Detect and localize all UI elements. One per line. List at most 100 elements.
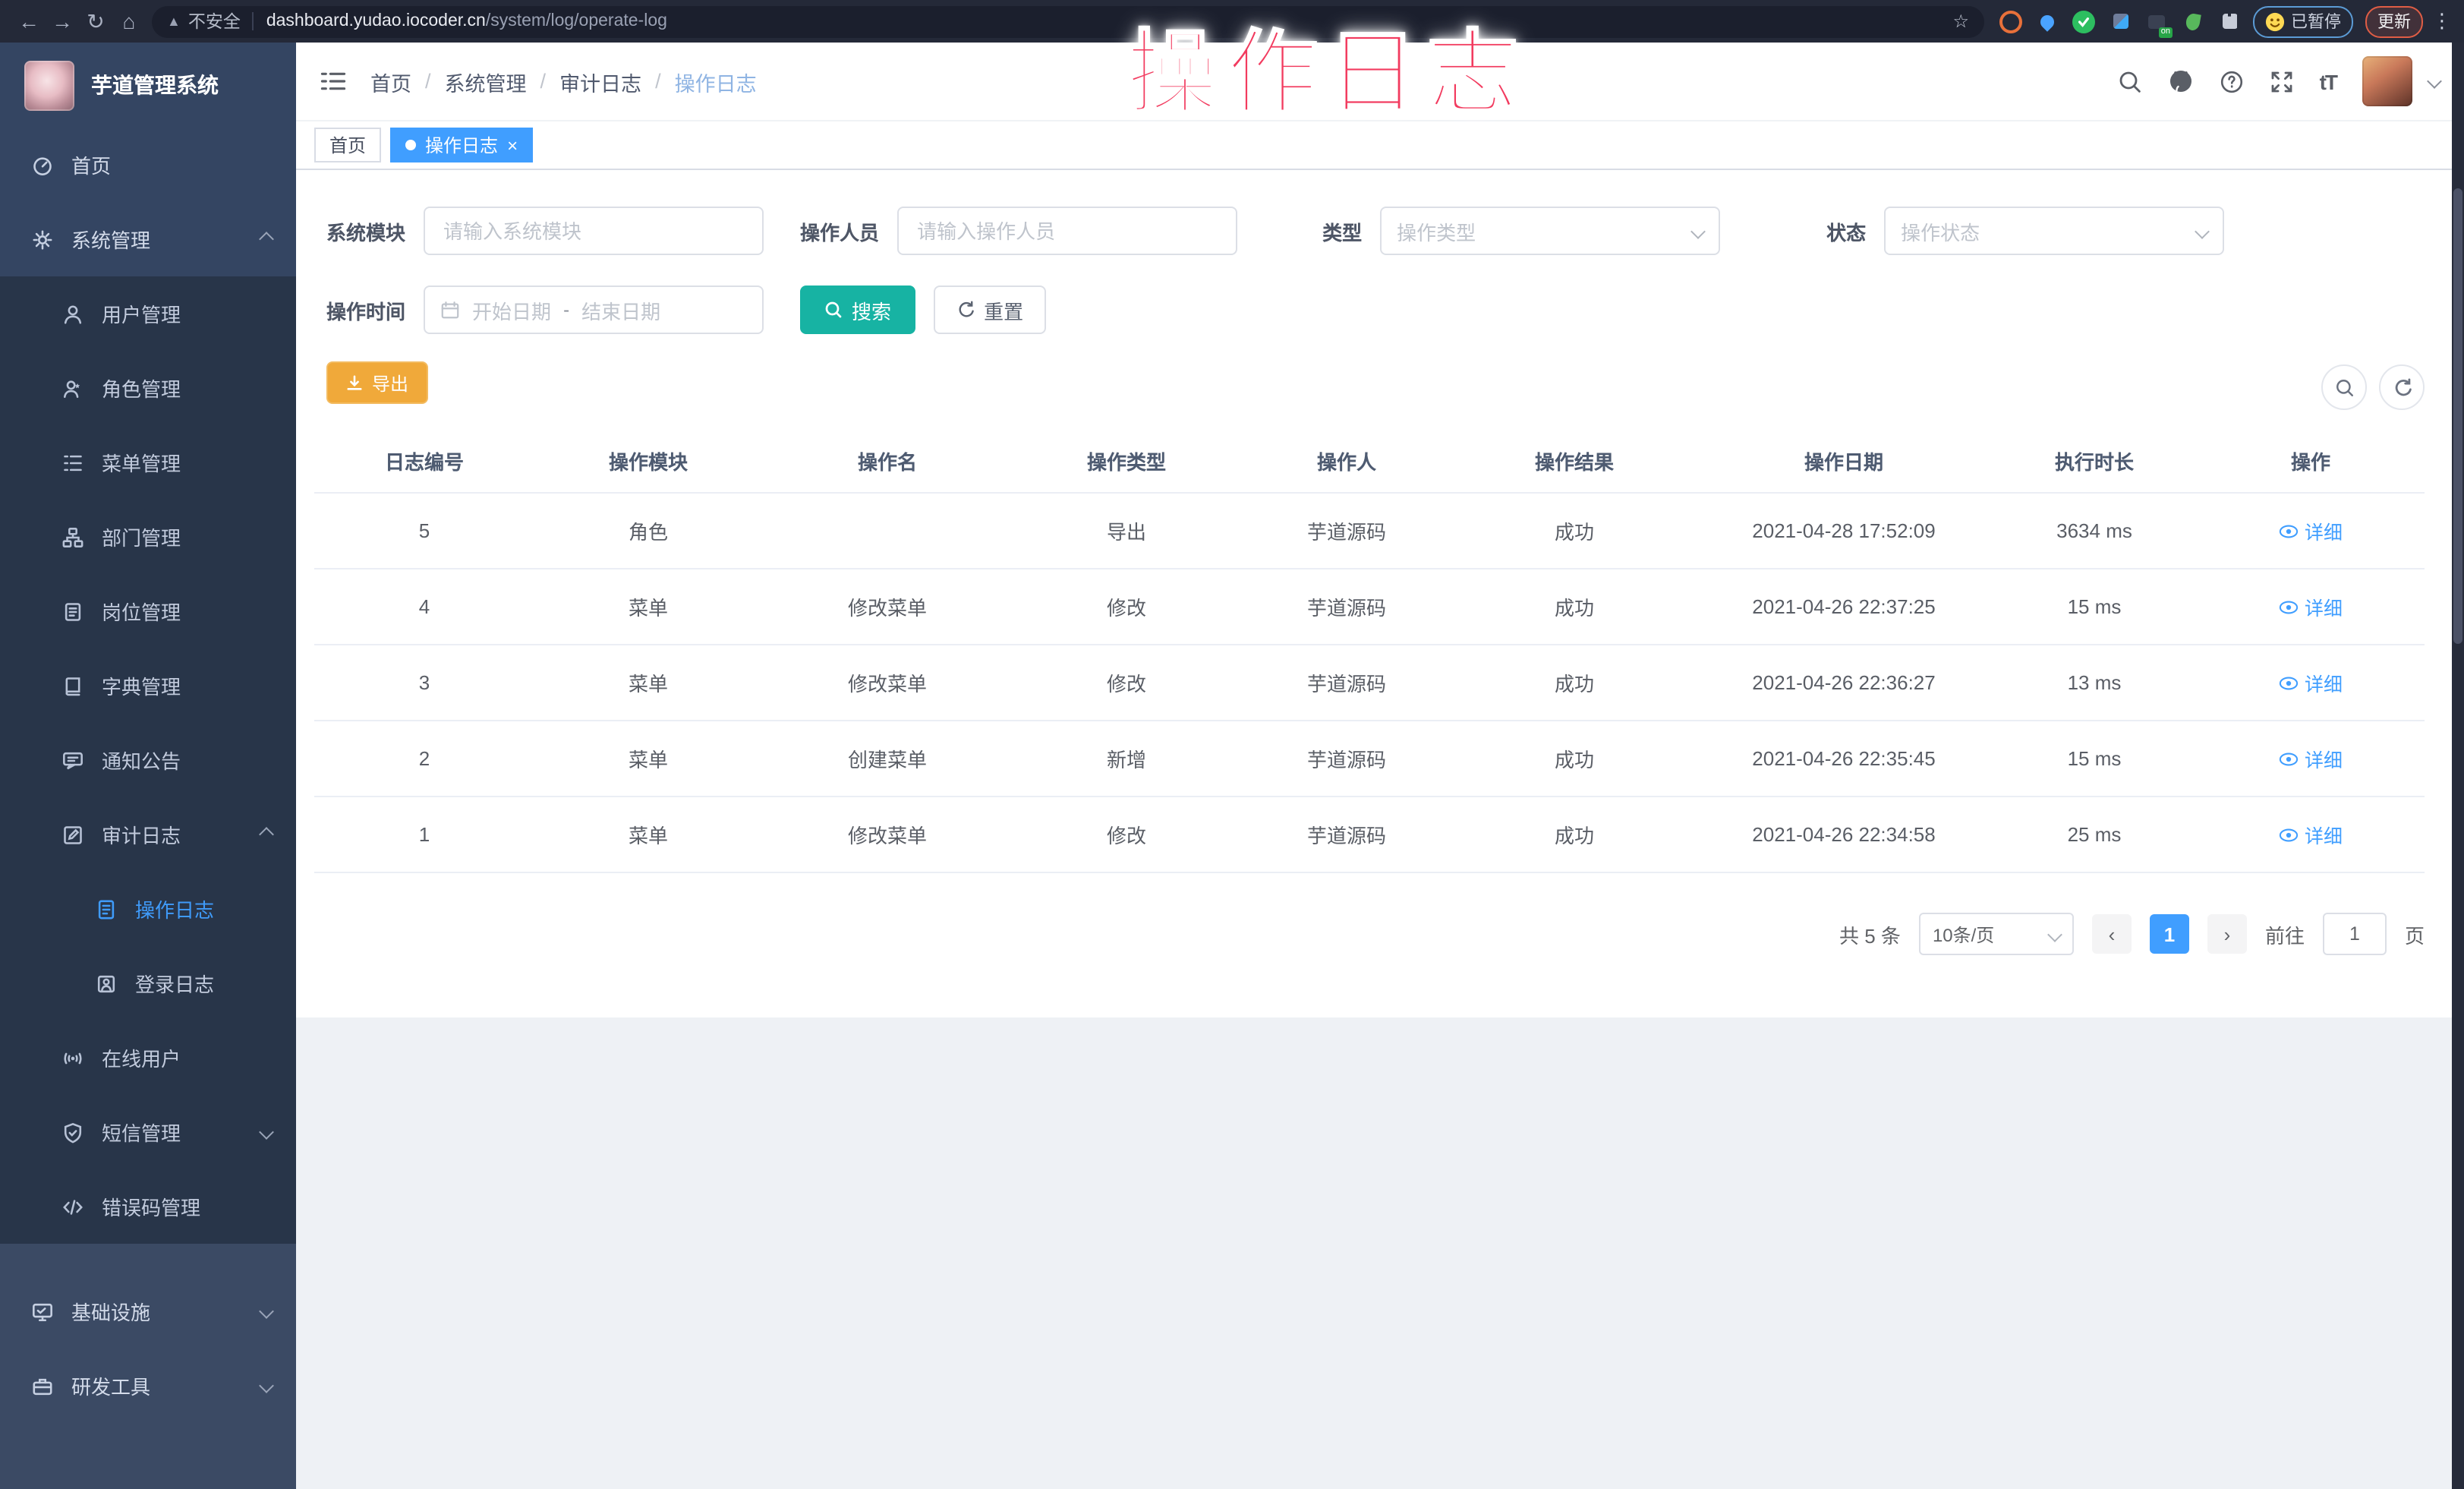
green-leaf-extension-icon[interactable] <box>2182 10 2204 33</box>
table-row: 5 角色 导出 芋道源码 成功 2021-04-28 17:52:09 3634… <box>314 493 2425 569</box>
detail-link[interactable]: 详细 <box>2279 744 2343 773</box>
type-select[interactable]: 操作类型 <box>1380 207 1720 255</box>
type-select-placeholder: 操作类型 <box>1397 216 1476 245</box>
blue-drop-extension-icon[interactable] <box>2036 10 2059 33</box>
eye-icon <box>2279 751 2299 766</box>
fullscreen-icon[interactable] <box>2270 69 2294 93</box>
switch-extension-icon[interactable]: on <box>2145 10 2168 33</box>
status-select-placeholder: 操作状态 <box>1901 216 1980 245</box>
screen: ← → ↻ ⌂ ▲ 不安全 dashboard.yudao.iocoder.cn… <box>0 0 2464 1489</box>
start-date-placeholder: 开始日期 <box>472 295 551 324</box>
page-1-button[interactable]: 1 <box>2150 914 2189 954</box>
font-size-icon[interactable]: tT <box>2320 69 2336 93</box>
time-label: 操作时间 <box>326 295 405 324</box>
operate-log-icon <box>94 898 117 920</box>
close-tab-icon[interactable]: × <box>507 136 518 154</box>
scrollbar-thumb[interactable] <box>2453 188 2462 644</box>
green-check-extension-icon[interactable] <box>2072 10 2095 33</box>
sidebar-item-notice[interactable]: 通知公告 <box>0 723 296 797</box>
app-logo <box>24 60 74 110</box>
module-label: 系统模块 <box>326 216 405 245</box>
window-scrollbar[interactable] <box>2452 43 2464 1489</box>
gear-icon <box>30 228 53 251</box>
search-button[interactable]: 搜索 <box>800 285 915 334</box>
browser-home-icon[interactable]: ⌂ <box>112 9 146 33</box>
chevron-down-icon[interactable] <box>2427 74 2442 89</box>
detail-link[interactable]: 详细 <box>2279 668 2343 697</box>
breadcrumb-system[interactable]: 系统管理 <box>445 66 527 96</box>
search-icon <box>2334 377 2354 397</box>
insecure-warning-icon: ▲ <box>167 14 181 29</box>
page-size-select[interactable]: 10条/页 <box>1919 913 2074 955</box>
tab-label: 操作日志 <box>425 132 498 158</box>
sidebar-item-sms-mgmt[interactable]: 短信管理 <box>0 1095 296 1169</box>
calendar-icon <box>440 300 460 320</box>
goto-page-input[interactable] <box>2323 913 2387 955</box>
browser-menu-icon[interactable]: ⋮ <box>2432 9 2452 33</box>
app-logo-row[interactable]: 芋道管理系统 <box>0 43 296 128</box>
status-select[interactable]: 操作状态 <box>1884 207 2224 255</box>
refresh-table-button[interactable] <box>2379 364 2425 410</box>
sidebar-item-login-log[interactable]: 登录日志 <box>0 946 296 1021</box>
hamburger-menu-icon[interactable] <box>320 70 346 93</box>
page-size-value: 10条/页 <box>1933 921 1994 947</box>
sidebar-item-role-mgmt[interactable]: 角色管理 <box>0 351 296 425</box>
help-icon[interactable] <box>2220 69 2244 93</box>
sidebar-item-operate-log[interactable]: 操作日志 <box>0 872 296 946</box>
sidebar-item-online-users[interactable]: 在线用户 <box>0 1021 296 1095</box>
browser-back-icon[interactable]: ← <box>12 9 46 33</box>
show-search-toggle-button[interactable] <box>2321 364 2367 410</box>
sidebar-item-dev-tools[interactable]: 研发工具 <box>0 1349 296 1423</box>
breadcrumb-separator: / <box>655 70 661 93</box>
sidebar: 芋道管理系统 首页 系统管理 用户管理 角色管理 <box>0 43 296 1489</box>
sidebar-bottom-section: 基础设施 研发工具 <box>0 1244 296 1423</box>
chevron-down-icon <box>259 1304 274 1319</box>
extensions-puzzle-icon[interactable] <box>2218 10 2241 33</box>
sidebar-item-audit-log[interactable]: 审计日志 <box>0 797 296 872</box>
search-button-label: 搜索 <box>852 295 891 324</box>
col-operator: 操作人 <box>1240 428 1453 493</box>
browser-forward-icon[interactable]: → <box>46 9 79 33</box>
operator-input[interactable] <box>897 207 1237 255</box>
module-input[interactable] <box>424 207 764 255</box>
export-button[interactable]: 导出 <box>326 361 428 404</box>
detail-link[interactable]: 详细 <box>2279 516 2343 545</box>
sidebar-item-user-mgmt[interactable]: 用户管理 <box>0 276 296 351</box>
blue-grid-extension-icon[interactable] <box>2109 10 2132 33</box>
breadcrumb-home[interactable]: 首页 <box>370 66 411 96</box>
sidebar-item-system-mgmt[interactable]: 系统管理 <box>0 202 296 276</box>
bookmark-star-icon[interactable]: ☆ <box>1952 11 1969 32</box>
sidebar-item-home[interactable]: 首页 <box>0 128 296 202</box>
end-date-placeholder: 结束日期 <box>581 295 660 324</box>
extension-paused-chip[interactable]: 已暂停 <box>2253 5 2353 37</box>
sidebar-item-menu-mgmt[interactable]: 菜单管理 <box>0 425 296 500</box>
address-bar[interactable]: ▲ 不安全 dashboard.yudao.iocoder.cn /system… <box>152 5 1984 37</box>
eye-icon <box>2279 523 2299 538</box>
date-range-picker[interactable]: 开始日期 - 结束日期 <box>424 285 764 334</box>
sidebar-item-label: 菜单管理 <box>102 448 181 477</box>
github-icon[interactable] <box>2168 68 2194 94</box>
sidebar-item-dict-mgmt[interactable]: 字典管理 <box>0 648 296 723</box>
reset-button[interactable]: 重置 <box>934 285 1046 334</box>
sidebar-item-post-mgmt[interactable]: 岗位管理 <box>0 574 296 648</box>
prev-page-button[interactable]: ‹ <box>2092 914 2132 954</box>
eye-icon <box>2279 599 2299 614</box>
breadcrumb-audit-log[interactable]: 审计日志 <box>559 66 641 96</box>
browser-reload-icon[interactable]: ↻ <box>79 8 112 34</box>
detail-link[interactable]: 详细 <box>2279 592 2343 621</box>
sidebar-item-dept-mgmt[interactable]: 部门管理 <box>0 500 296 574</box>
next-page-button[interactable]: › <box>2207 914 2247 954</box>
browser-update-button[interactable]: 更新 <box>2365 5 2423 37</box>
tab-home[interactable]: 首页 <box>314 128 381 162</box>
detail-link[interactable]: 详细 <box>2279 820 2343 849</box>
sidebar-item-infrastructure[interactable]: 基础设施 <box>0 1274 296 1349</box>
filter-form: 系统模块 操作人员 类型 操作类型 状态 操作状态 <box>296 170 2464 334</box>
search-icon[interactable] <box>2118 69 2142 93</box>
emoji-face-icon <box>2265 11 2285 31</box>
sidebar-item-error-code[interactable]: 错误码管理 <box>0 1169 296 1244</box>
user-avatar[interactable] <box>2362 56 2412 106</box>
tab-operate-log[interactable]: 操作日志 × <box>390 128 533 162</box>
sidebar-item-label: 短信管理 <box>102 1118 181 1147</box>
orange-ring-extension-icon[interactable] <box>1999 10 2022 33</box>
pagination: 共 5 条 10条/页 ‹ 1 › 前往 页 <box>296 913 2425 955</box>
